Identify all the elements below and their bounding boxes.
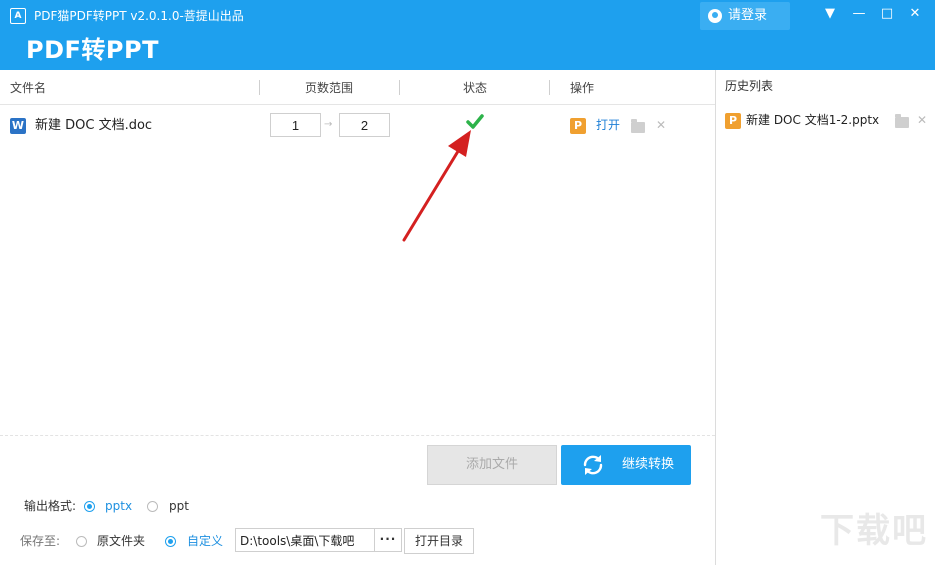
- history-title: 历史列表: [725, 79, 774, 93]
- ppt-file-icon: P: [570, 118, 586, 134]
- convert-button[interactable]: 继续转换: [561, 445, 691, 485]
- save-to-label: 保存至:: [20, 534, 61, 548]
- option-ppt[interactable]: ppt: [169, 498, 189, 514]
- header-actions: 操作: [570, 81, 595, 95]
- panel-divider: [715, 70, 716, 565]
- login-label: 请登录: [728, 8, 768, 23]
- remove-icon[interactable]: ✕: [917, 113, 927, 127]
- app-logo-icon: A: [10, 8, 26, 24]
- title-bar: A PDF猫PDF转PPT v2.0.1.0-菩提山出品 PDF转PPT 请登录…: [0, 0, 935, 70]
- page-from-input[interactable]: [270, 113, 321, 137]
- radio-ppt[interactable]: [147, 501, 158, 512]
- open-directory-button[interactable]: 打开目录: [404, 528, 474, 554]
- header-divider: [549, 80, 550, 95]
- file-name: 新建 DOC 文档.doc: [35, 118, 153, 133]
- header-file-name: 文件名: [10, 81, 47, 95]
- option-original-folder[interactable]: 原文件夹: [97, 533, 145, 549]
- dropdown-menu-icon[interactable]: ▼: [819, 4, 841, 24]
- option-pptx[interactable]: pptx: [105, 498, 132, 514]
- page-to-input[interactable]: [339, 113, 390, 137]
- app-title: PDF转PPT: [26, 36, 159, 64]
- watermark-logo: 下载吧: [820, 511, 928, 551]
- radio-custom-folder[interactable]: [165, 536, 176, 547]
- browse-button[interactable]: ···: [374, 528, 402, 552]
- header-page-range: 页数范围: [305, 81, 354, 95]
- folder-icon[interactable]: [631, 119, 645, 133]
- header-status: 状态: [463, 81, 488, 95]
- range-arrow: →: [324, 119, 333, 130]
- open-file-link[interactable]: 打开: [596, 117, 620, 133]
- file-table-header: 文件名 页数范围 状态 操作: [0, 70, 715, 105]
- output-format-label: 输出格式:: [24, 499, 77, 513]
- radio-pptx[interactable]: [84, 501, 95, 512]
- save-path-field[interactable]: [235, 528, 375, 552]
- add-file-button[interactable]: 添加文件: [427, 445, 557, 485]
- header-divider: [259, 80, 260, 95]
- dashed-divider: [0, 435, 715, 436]
- refresh-icon: [583, 455, 603, 475]
- header-divider: [399, 80, 400, 95]
- minimize-icon[interactable]: —: [848, 4, 870, 24]
- login-button[interactable]: 请登录: [700, 2, 790, 30]
- close-window-icon[interactable]: ✕: [904, 4, 926, 24]
- maximize-icon[interactable]: □: [876, 4, 898, 24]
- option-custom-folder[interactable]: 自定义: [187, 533, 223, 549]
- convert-label: 继续转换: [622, 457, 675, 472]
- ppt-file-icon: P: [725, 113, 741, 129]
- window-title: PDF猫PDF转PPT v2.0.1.0-菩提山出品: [34, 9, 244, 23]
- radio-original-folder[interactable]: [76, 536, 87, 547]
- remove-icon[interactable]: ✕: [656, 118, 666, 132]
- word-doc-icon: W: [10, 118, 26, 134]
- user-icon: [708, 9, 722, 23]
- folder-icon[interactable]: [895, 114, 909, 128]
- check-icon: [466, 114, 484, 129]
- history-item-name[interactable]: 新建 DOC 文档1-2.pptx: [746, 112, 879, 128]
